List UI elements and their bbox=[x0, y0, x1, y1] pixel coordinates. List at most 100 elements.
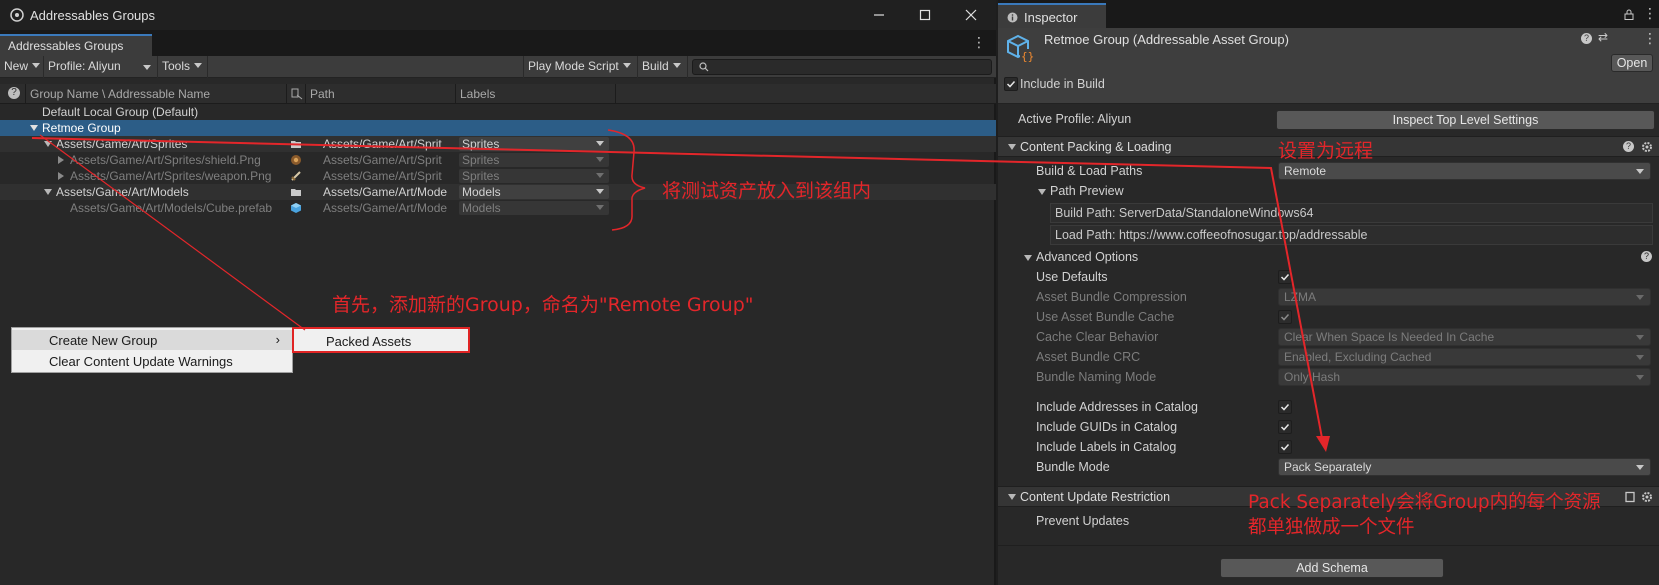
entry-name: Assets/Game/Art/Sprites bbox=[56, 137, 188, 151]
help-icon[interactable]: ? bbox=[1623, 141, 1634, 152]
labels-dropdown[interactable]: Sprites bbox=[459, 169, 609, 183]
maximize-button[interactable] bbox=[902, 0, 948, 30]
settings-sliders-icon[interactable]: ⇄ bbox=[1598, 30, 1608, 44]
open-button[interactable]: Open bbox=[1611, 54, 1653, 72]
checkmark-icon bbox=[1280, 273, 1290, 281]
tab-addressables-groups[interactable]: Addressables Groups bbox=[0, 34, 152, 56]
include-guids-checkbox[interactable] bbox=[1278, 420, 1292, 434]
menu-item-create-new-group[interactable]: Create New Group › bbox=[12, 330, 292, 350]
checkmark-icon bbox=[1280, 423, 1290, 431]
kebab-menu-icon[interactable]: ⋮ bbox=[972, 34, 986, 51]
kebab-menu-icon[interactable]: ⋮ bbox=[1643, 30, 1657, 47]
expand-icon[interactable] bbox=[58, 172, 64, 180]
crc-dropdown[interactable]: Enabled, Excluding Cached bbox=[1278, 348, 1651, 366]
lock-icon[interactable] bbox=[1624, 9, 1634, 20]
dropdown-value: LZMA bbox=[1284, 290, 1317, 304]
window-titlebar: Addressables Groups bbox=[0, 0, 996, 30]
labels-dropdown[interactable]: Sprites bbox=[459, 153, 609, 167]
entry-name: Assets/Game/Art/Models bbox=[56, 185, 189, 199]
expand-icon[interactable] bbox=[1038, 189, 1046, 195]
expand-icon[interactable] bbox=[44, 189, 52, 195]
build-load-paths-label: Build & Load Paths bbox=[1036, 164, 1143, 178]
labels-dropdown[interactable]: Sprites bbox=[459, 137, 609, 151]
include-in-build-checkbox[interactable] bbox=[1004, 77, 1018, 91]
divider bbox=[998, 545, 1659, 546]
caret-down-icon bbox=[143, 65, 151, 70]
context-menu: Create New Group › Clear Content Update … bbox=[11, 327, 293, 373]
group-row-retmoe[interactable]: Retmoe Group bbox=[0, 120, 996, 136]
new-dropdown[interactable]: New bbox=[0, 56, 44, 78]
include-labels-checkbox[interactable] bbox=[1278, 440, 1292, 454]
build-label: Build bbox=[642, 59, 669, 73]
book-icon[interactable] bbox=[1624, 491, 1636, 503]
expand-icon[interactable] bbox=[44, 141, 52, 147]
expand-icon[interactable] bbox=[30, 125, 38, 131]
caret-down-icon bbox=[596, 173, 604, 178]
close-icon bbox=[965, 9, 977, 21]
kebab-menu-icon[interactable]: ⋮ bbox=[1643, 5, 1657, 22]
help-icon[interactable]: ? bbox=[1641, 251, 1652, 262]
use-cache-checkbox[interactable] bbox=[1278, 310, 1292, 324]
unity-icon bbox=[10, 8, 24, 22]
column-name-header[interactable]: Group Name \ Addressable Name bbox=[30, 87, 210, 101]
gear-icon[interactable] bbox=[1641, 491, 1653, 503]
build-path-text: Build Path: ServerData/StandaloneWindows… bbox=[1055, 206, 1314, 220]
column-labels-header[interactable]: Labels bbox=[460, 87, 495, 101]
checkmark-icon bbox=[1280, 443, 1290, 451]
caret-down-icon bbox=[1636, 355, 1644, 360]
profile-dropdown[interactable]: Profile: Aliyun bbox=[44, 56, 158, 78]
expand-icon[interactable] bbox=[1024, 255, 1032, 261]
tab-bar: Addressables Groups ⋮ bbox=[0, 30, 996, 56]
labels-dropdown[interactable]: Models bbox=[459, 201, 609, 215]
cache-clear-dropdown[interactable]: Clear When Space Is Needed In Cache bbox=[1278, 328, 1651, 346]
include-labels-label: Include Labels in Catalog bbox=[1036, 440, 1177, 454]
group-name: Default Local Group (Default) bbox=[42, 105, 199, 119]
use-defaults-checkbox[interactable] bbox=[1278, 270, 1292, 284]
prevent-updates-label: Prevent Updates bbox=[1036, 514, 1130, 528]
caret-down-icon bbox=[1636, 375, 1644, 380]
add-schema-button[interactable]: Add Schema bbox=[1220, 558, 1444, 578]
minimize-button[interactable] bbox=[856, 0, 902, 30]
folder-icon bbox=[291, 189, 301, 196]
minimize-icon bbox=[874, 14, 884, 16]
menu-item-clear-warnings[interactable]: Clear Content Update Warnings bbox=[12, 351, 292, 371]
column-path-header[interactable]: Path bbox=[310, 87, 335, 101]
load-path-text: Load Path: https://www.coffeeofnosugar.t… bbox=[1055, 228, 1368, 242]
tools-dropdown[interactable]: Tools bbox=[158, 56, 208, 78]
include-addresses-checkbox[interactable] bbox=[1278, 400, 1292, 414]
build-dropdown[interactable]: Build bbox=[638, 56, 688, 78]
help-icon[interactable]: ? bbox=[1581, 33, 1592, 44]
tab-inspector[interactable]: Inspector bbox=[998, 3, 1106, 28]
tab-label: Inspector bbox=[1024, 10, 1078, 25]
bundle-mode-dropdown[interactable]: Pack Separately bbox=[1278, 458, 1651, 476]
expand-icon[interactable] bbox=[58, 156, 64, 164]
search-input[interactable] bbox=[692, 59, 992, 75]
new-label: New bbox=[4, 59, 29, 73]
profile-label: Profile: Aliyun bbox=[48, 59, 121, 73]
play-mode-script-dropdown[interactable]: Play Mode Script bbox=[523, 56, 638, 78]
entry-row-shield[interactable]: Assets/Game/Art/Sprites/shield.Png Asset… bbox=[0, 152, 996, 168]
menu-item-label: Packed Assets bbox=[326, 334, 412, 349]
compression-dropdown[interactable]: LZMA bbox=[1278, 288, 1651, 306]
entry-path: Assets/Game/Art/Mode bbox=[323, 201, 448, 215]
labels-dropdown[interactable]: Models bbox=[459, 185, 609, 199]
entry-row-sprites[interactable]: Assets/Game/Art/Sprites Assets/Game/Art/… bbox=[0, 136, 996, 152]
close-button[interactable] bbox=[948, 0, 994, 30]
bundle-mode-label: Bundle Mode bbox=[1036, 460, 1110, 474]
group-row-default[interactable]: Default Local Group (Default) bbox=[0, 104, 996, 120]
caret-down-icon bbox=[32, 63, 41, 68]
maximize-icon bbox=[919, 9, 931, 21]
naming-dropdown[interactable]: Only Hash bbox=[1278, 368, 1651, 386]
submenu-item-packed-assets[interactable]: Packed Assets bbox=[292, 327, 470, 353]
load-path-readout: Load Path: https://www.coffeeofnosugar.t… bbox=[1050, 225, 1653, 245]
entry-name: Assets/Game/Art/Sprites/weapon.Png bbox=[70, 169, 272, 183]
inspect-top-level-settings-button[interactable]: Inspect Top Level Settings bbox=[1276, 110, 1655, 130]
help-icon[interactable]: ? bbox=[8, 87, 20, 99]
gear-icon[interactable] bbox=[1641, 141, 1653, 153]
include-in-build-label: Include in Build bbox=[1020, 77, 1105, 91]
entry-path: Assets/Game/Art/Sprit bbox=[323, 169, 442, 183]
path-preview-label: Path Preview bbox=[1050, 184, 1124, 198]
build-load-paths-dropdown[interactable]: Remote bbox=[1278, 162, 1651, 180]
caret-down-icon bbox=[672, 63, 681, 68]
tools-label: Tools bbox=[162, 59, 191, 73]
